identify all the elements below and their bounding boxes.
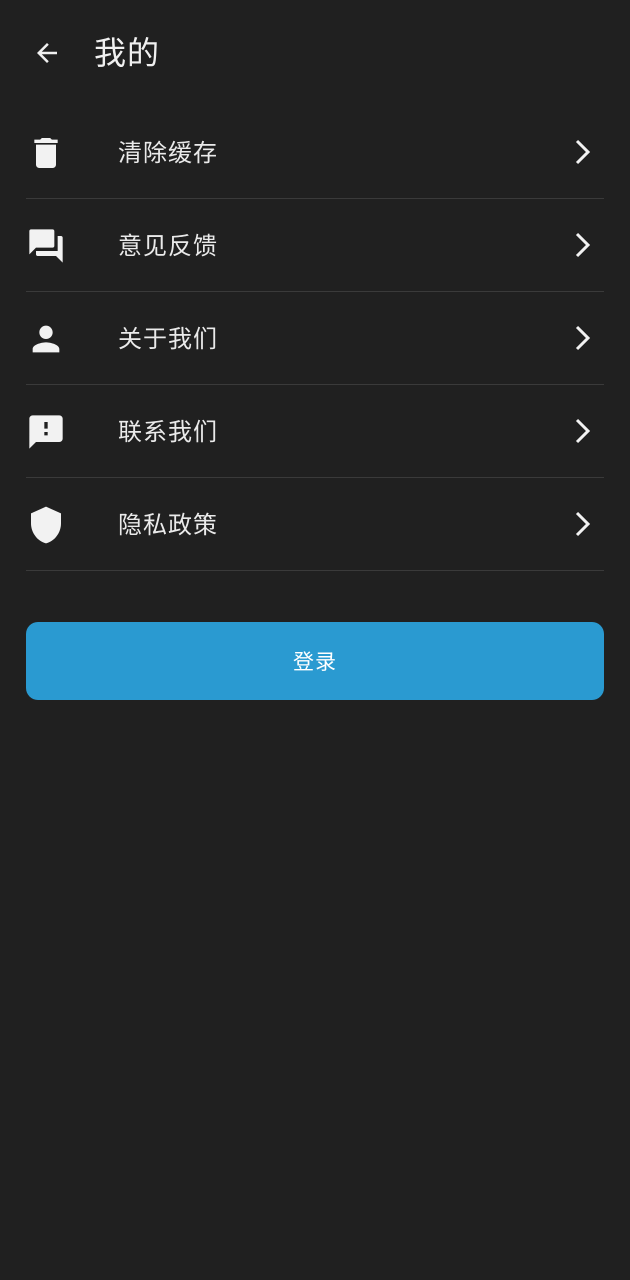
forum-icon <box>26 226 66 266</box>
login-button[interactable]: 登录 <box>26 622 604 700</box>
menu-item-contact-us[interactable]: 联系我们 <box>26 385 604 478</box>
person-icon <box>26 319 66 359</box>
shield-icon <box>26 505 66 545</box>
menu-item-label: 隐私政策 <box>118 511 218 539</box>
chevron-right-icon <box>572 137 594 167</box>
feedback-icon <box>26 412 66 452</box>
app-bar: 我的 <box>0 0 630 106</box>
menu-item-privacy-policy[interactable]: 隐私政策 <box>26 478 604 571</box>
menu-item-label: 清除缓存 <box>118 139 218 167</box>
profile-page: 我的 清除缓存 意见反馈 关于我们 联系我们 隐私政策 登录 <box>0 0 630 1280</box>
chevron-right-icon <box>572 509 594 539</box>
page-title: 我的 <box>94 34 161 72</box>
chevron-right-icon <box>572 323 594 353</box>
back-button[interactable] <box>26 32 68 74</box>
arrow-left-icon <box>37 43 57 63</box>
menu-item-label: 关于我们 <box>118 325 218 353</box>
trash-icon <box>26 133 66 173</box>
settings-menu: 清除缓存 意见反馈 关于我们 联系我们 隐私政策 <box>26 106 604 571</box>
chevron-right-icon <box>572 230 594 260</box>
chevron-right-icon <box>572 416 594 446</box>
menu-item-about-us[interactable]: 关于我们 <box>26 292 604 385</box>
menu-item-feedback[interactable]: 意见反馈 <box>26 199 604 292</box>
menu-item-clear-cache[interactable]: 清除缓存 <box>26 106 604 199</box>
menu-item-label: 联系我们 <box>118 418 218 446</box>
menu-item-label: 意见反馈 <box>118 232 218 260</box>
